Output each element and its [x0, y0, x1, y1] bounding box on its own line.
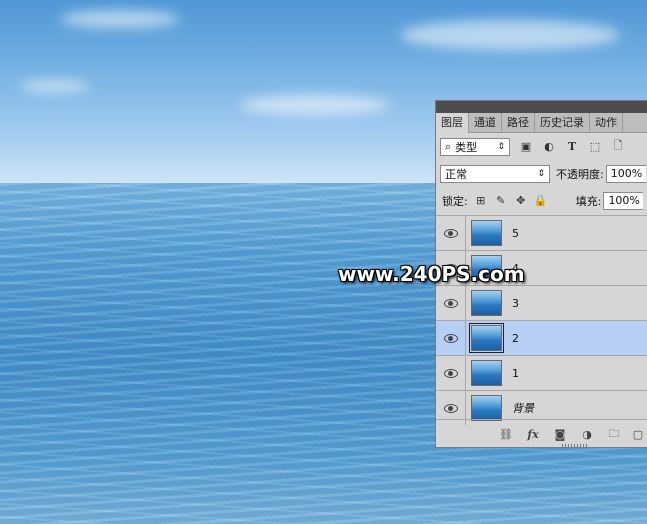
panel-title-bar[interactable] — [436, 101, 647, 113]
filter-kind-select[interactable]: ⌕ 类型 ⇕ — [440, 137, 510, 156]
layer-name: 2 — [512, 331, 519, 345]
fill-input[interactable]: 100% — [603, 191, 644, 210]
tab-actions[interactable]: 动作 — [590, 113, 623, 132]
layer-name: 背景 — [512, 402, 534, 415]
blend-mode-select[interactable]: 正常 ⇕ — [440, 164, 550, 183]
layer-thumbnail — [469, 323, 504, 353]
lock-transparent-pixels-icon[interactable]: ⊞ — [474, 194, 488, 208]
eye-icon — [443, 368, 458, 378]
opacity-input[interactable]: 100% — [605, 164, 646, 183]
visibility-toggle[interactable] — [436, 286, 466, 320]
filter-kind-value: 类型 — [455, 140, 478, 154]
tab-history[interactable]: 历史记录 — [535, 113, 590, 132]
eye-icon — [443, 298, 458, 308]
layer-name: 1 — [512, 366, 519, 380]
panel-footer: ⛓ fx ◙ ◑ 🗀 ▢ — [436, 419, 647, 448]
layer-thumbnail — [471, 360, 502, 386]
lock-position-icon[interactable]: ✥ — [514, 194, 528, 208]
tab-channels[interactable]: 通道 — [469, 113, 502, 132]
visibility-toggle[interactable] — [436, 356, 466, 390]
new-adjustment-layer-icon[interactable]: ◑ — [580, 427, 594, 441]
fill-value: 100% — [608, 194, 640, 207]
search-icon: ⌕ — [445, 139, 452, 153]
layer-name: 5 — [512, 226, 519, 240]
layer-row[interactable]: 1 — [436, 355, 647, 390]
resize-grip[interactable] — [562, 444, 588, 447]
cloud — [60, 10, 180, 28]
shape-filter-icon[interactable]: ⬚ — [588, 140, 602, 154]
fill-label: 填充: — [575, 194, 602, 208]
lock-row: 锁定: ⊞ ✎ ✥ 🔒 填充: 100% — [436, 187, 647, 214]
layer-row[interactable]: 3 — [436, 285, 647, 320]
filter-row: ⌕ 类型 ⇕ ▣ ◐ T ⬚ 🗋 — [436, 133, 647, 160]
blend-mode-value: 正常 — [445, 167, 467, 181]
visibility-toggle[interactable] — [436, 216, 466, 250]
layer-style-fx-button[interactable]: fx — [526, 427, 540, 441]
smart-object-filter-icon[interactable]: 🗋 — [611, 139, 625, 154]
link-layers-icon[interactable]: ⛓ — [499, 427, 513, 441]
layer-thumbnail — [471, 290, 502, 316]
lock-all-icon[interactable]: 🔒 — [534, 194, 548, 208]
eye-icon — [443, 333, 458, 343]
watermark: www.240PS.com — [338, 262, 525, 286]
layer-row-selected[interactable]: 2 — [436, 320, 647, 355]
blend-row: 正常 ⇕ 不透明度: 100% — [436, 160, 647, 187]
add-mask-icon[interactable]: ◙ — [553, 427, 567, 441]
lock-image-pixels-icon[interactable]: ✎ — [494, 194, 508, 208]
lock-label: 锁定: — [442, 194, 468, 208]
cloud — [20, 80, 90, 92]
cloud — [400, 20, 620, 50]
opacity-value: 100% — [610, 167, 643, 180]
opacity-label: 不透明度: — [556, 167, 604, 181]
new-group-folder-icon[interactable]: 🗀 — [607, 427, 621, 441]
layer-row[interactable]: 5 — [436, 215, 647, 250]
layer-name: 3 — [512, 296, 519, 310]
visibility-toggle[interactable] — [436, 321, 466, 355]
eye-icon — [443, 228, 458, 238]
updown-icon: ⇕ — [537, 168, 545, 179]
eye-icon — [443, 403, 458, 413]
type-filter-icon[interactable]: T — [565, 140, 579, 154]
image-filter-icon[interactable]: ▣ — [519, 140, 533, 154]
updown-icon: ⇕ — [497, 141, 505, 152]
layers-list: 5 4 3 2 1 背景 — [436, 215, 647, 425]
tab-layers[interactable]: 图层 — [436, 113, 469, 133]
tab-paths[interactable]: 路径 — [502, 113, 535, 132]
cloud — [240, 95, 390, 115]
layer-thumbnail — [471, 220, 502, 246]
panel-tabs: 图层 通道 路径 历史记录 动作 — [436, 113, 647, 133]
new-layer-icon[interactable]: ▢ — [631, 427, 645, 441]
layer-thumbnail — [471, 395, 502, 421]
adjustment-filter-icon[interactable]: ◐ — [542, 140, 556, 154]
